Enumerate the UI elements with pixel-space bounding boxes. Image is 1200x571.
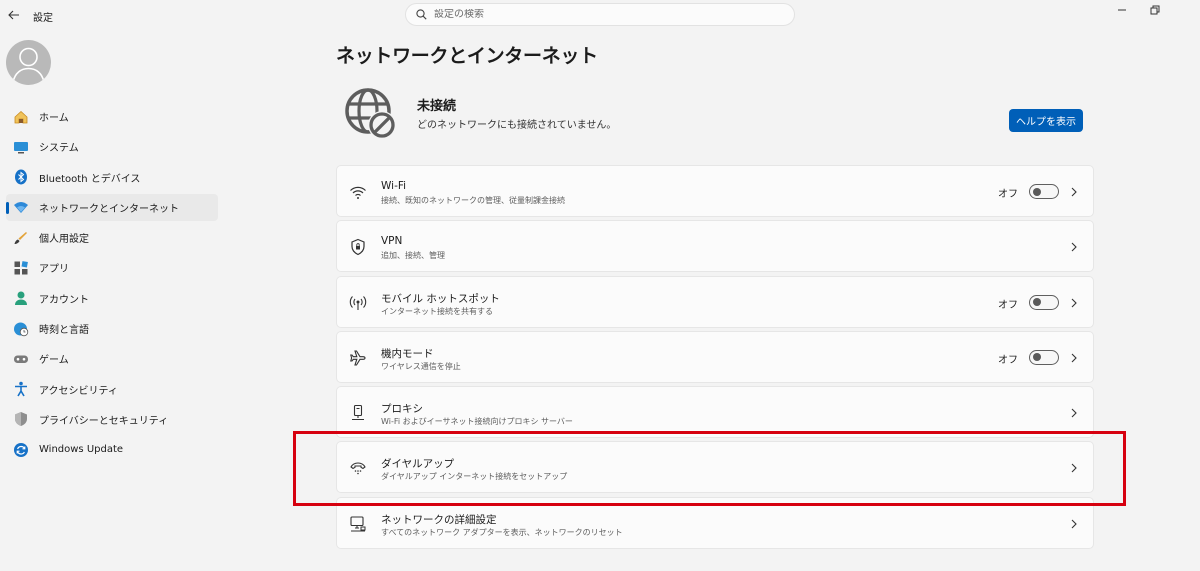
chevron-right-icon: [1069, 297, 1079, 309]
setting-row-vpn[interactable]: VPN 追加、接続、管理: [336, 220, 1094, 273]
back-button[interactable]: [4, 5, 24, 25]
connection-status-description: どのネットワークにも接続されていません。: [417, 120, 617, 131]
setting-title: VPN: [381, 235, 403, 248]
dialup-icon: [349, 459, 367, 477]
setting-title: モバイル ホットスポット: [381, 292, 500, 305]
chevron-right-icon: [1069, 407, 1079, 419]
apps-icon: [13, 260, 29, 276]
setting-title: ダイヤルアップ: [381, 458, 455, 471]
sidebar-item-accounts[interactable]: アカウント: [6, 285, 218, 312]
airplane-mode-toggle[interactable]: [1029, 349, 1059, 365]
chevron-right-icon: [1069, 186, 1079, 198]
brush-icon: [13, 230, 29, 246]
setting-title: Wi-Fi: [381, 180, 407, 192]
accessibility-icon: [13, 381, 29, 397]
sidebar-item-label: アカウント: [39, 294, 89, 306]
sidebar-item-home[interactable]: ホーム: [6, 103, 218, 130]
connection-status-title: 未接続: [417, 99, 457, 114]
restore-icon: [1150, 5, 1160, 15]
setting-subtitle: 追加、接続、管理: [381, 251, 445, 261]
setting-subtitle: Wi-Fi およびイーサネット接続向けプロキシ サーバー: [381, 417, 573, 427]
avatar[interactable]: [6, 40, 51, 85]
sidebar-item-label: ゲーム: [39, 355, 69, 367]
toggle-state-label: オフ: [998, 189, 1018, 200]
account-icon: [13, 290, 29, 306]
wifi-icon: [349, 183, 367, 201]
sidebar-item-label: アプリ: [39, 264, 69, 276]
globe-clock-icon: [13, 321, 29, 337]
wifi-icon: [13, 199, 29, 215]
search-input[interactable]: [434, 9, 764, 20]
help-button[interactable]: ヘルプを表示: [1009, 109, 1083, 132]
sidebar-item-personalization[interactable]: 個人用設定: [6, 224, 218, 251]
setting-subtitle: ワイヤレス通信を停止: [381, 361, 461, 371]
wifi-toggle[interactable]: [1029, 184, 1059, 199]
setting-row-airplane-mode[interactable]: 機内モード ワイヤレス通信を停止 オフ: [336, 330, 1094, 383]
setting-subtitle: 接続、既知のネットワークの管理、従量制課金接続: [381, 196, 565, 205]
chevron-right-icon: [1069, 518, 1079, 530]
setting-row-advanced-network[interactable]: ネットワークの詳細設定 すべてのネットワーク アダプターを表示、ネットワークのリ…: [336, 496, 1094, 549]
chevron-right-icon: [1069, 462, 1079, 474]
chevron-right-icon: [1069, 241, 1079, 253]
mobile-hotspot-toggle[interactable]: [1029, 294, 1059, 310]
sidebar-item-time-language[interactable]: 時刻と言語: [6, 315, 218, 342]
sidebar-item-gaming[interactable]: ゲーム: [6, 345, 218, 372]
search-icon: [416, 9, 427, 20]
sidebar-item-label: Bluetooth とデバイス: [39, 173, 141, 185]
sidebar-item-label: Windows Update: [39, 444, 124, 456]
chevron-right-icon: [1069, 352, 1079, 364]
bluetooth-icon: [13, 169, 29, 185]
system-icon: [13, 139, 29, 155]
sidebar-item-bluetooth[interactable]: Bluetooth とデバイス: [6, 164, 218, 191]
setting-title: 機内モード: [381, 347, 434, 360]
settings-list: Wi-Fi 接続、既知のネットワークの管理、従量制課金接続 オフ VPN 追加、…: [336, 165, 1094, 552]
hotspot-icon: [349, 294, 367, 312]
sidebar-item-system[interactable]: システム: [6, 133, 218, 160]
sidebar-item-apps[interactable]: アプリ: [6, 254, 218, 281]
sidebar-item-label: 個人用設定: [39, 234, 89, 246]
sidebar-item-label: システム: [39, 143, 79, 155]
setting-row-dial-up[interactable]: ダイヤルアップ ダイヤルアップ インターネット接続をセットアップ: [336, 441, 1094, 494]
back-arrow-icon: [8, 10, 19, 20]
sidebar-nav: ホーム システム Bluetooth とデバイス ネットワークとインターネット …: [6, 103, 218, 467]
app-title: 設定: [33, 13, 53, 24]
user-silhouette-icon: [12, 47, 45, 83]
setting-title: プロキシ: [381, 403, 423, 416]
sidebar-item-label: ネットワークとインターネット: [39, 203, 179, 215]
minimize-button[interactable]: [1112, 2, 1132, 18]
page-title: ネットワークとインターネット: [336, 45, 598, 67]
setting-subtitle: ダイヤルアップ インターネット接続をセットアップ: [381, 472, 568, 482]
setting-row-mobile-hotspot[interactable]: モバイル ホットスポット インターネット接続を共有する オフ: [336, 275, 1094, 328]
toggle-state-label: オフ: [998, 299, 1018, 311]
update-icon: [13, 442, 29, 458]
setting-row-wifi[interactable]: Wi-Fi 接続、既知のネットワークの管理、従量制課金接続 オフ: [336, 165, 1094, 217]
sidebar-item-network[interactable]: ネットワークとインターネット: [6, 193, 218, 221]
toggle-state-label: オフ: [998, 354, 1018, 366]
network-pc-icon: [349, 515, 367, 533]
setting-subtitle: すべてのネットワーク アダプターを表示、ネットワークのリセット: [381, 527, 623, 537]
airplane-icon: [349, 349, 367, 367]
globe-blocked-icon: [343, 86, 399, 142]
gamepad-icon: [13, 351, 29, 367]
sidebar-item-label: ホーム: [39, 113, 69, 124]
proxy-icon: [349, 404, 367, 422]
sidebar-item-windows-update[interactable]: Windows Update: [6, 436, 218, 463]
vpn-shield-icon: [349, 238, 367, 256]
home-icon: [13, 109, 29, 125]
setting-row-proxy[interactable]: プロキシ Wi-Fi およびイーサネット接続向けプロキシ サーバー: [336, 386, 1094, 439]
sidebar-item-privacy[interactable]: プライバシーとセキュリティ: [6, 406, 218, 433]
restore-button[interactable]: [1145, 2, 1165, 18]
shield-icon: [13, 411, 29, 427]
sidebar-item-accessibility[interactable]: アクセシビリティ: [6, 376, 218, 403]
sidebar-item-label: アクセシビリティ: [39, 385, 118, 397]
sidebar-item-label: プライバシーとセキュリティ: [39, 415, 169, 427]
sidebar-item-label: 時刻と言語: [39, 325, 89, 337]
setting-subtitle: インターネット接続を共有する: [381, 306, 493, 316]
setting-title: ネットワークの詳細設定: [381, 513, 497, 526]
search-box[interactable]: [405, 3, 795, 26]
minimize-icon: [1118, 9, 1126, 11]
